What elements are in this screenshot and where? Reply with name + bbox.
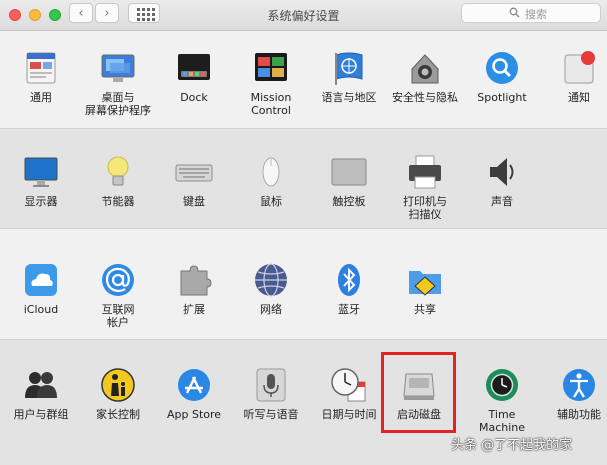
pref-security-privacy[interactable]: 安全性与隐私 — [387, 49, 463, 127]
pref-label: iCloud — [23, 303, 59, 316]
time-machine-icon — [486, 369, 518, 401]
mission-control-icon — [255, 53, 287, 81]
date-time-icon — [331, 368, 366, 402]
search-field[interactable]: 搜索 — [461, 3, 601, 23]
pref-displays[interactable]: 显示器 — [3, 153, 79, 231]
desktop-icon — [101, 54, 135, 82]
spotlight-icon — [486, 52, 518, 84]
displays-icon — [24, 157, 58, 187]
pref-label: 语言与地区 — [321, 91, 377, 104]
security-privacy-icon — [411, 54, 439, 84]
pref-label: 扩展 — [183, 303, 205, 316]
pref-label: Mission Control — [250, 91, 292, 117]
pref-label: App Store — [166, 408, 222, 421]
pref-sharing[interactable]: 共享 — [387, 261, 463, 339]
startup-disk-highlight — [381, 352, 456, 433]
dictation-speech-icon — [256, 368, 286, 402]
mouse-icon — [262, 157, 280, 187]
pref-label: 家长控制 — [96, 408, 140, 421]
dock-icon — [178, 54, 210, 80]
pref-keyboard[interactable]: 键盘 — [156, 153, 232, 231]
pref-trackpad[interactable]: 触控板 — [311, 153, 387, 231]
pref-label: 日期与时间 — [321, 408, 377, 421]
pref-accessibility[interactable]: 辅助功能 — [541, 366, 607, 444]
pref-notifications[interactable]: 通知 — [541, 49, 607, 127]
pref-language-region[interactable]: 语言与地区 — [311, 49, 387, 127]
pref-label: 听写与语音 — [243, 408, 299, 421]
energy-saver-icon — [107, 156, 129, 186]
pref-internet-accounts[interactable]: 互联网 帐户 — [80, 261, 156, 339]
pref-energy-saver[interactable]: 节能器 — [80, 153, 156, 231]
pref-label: 通用 — [30, 91, 52, 104]
pref-bluetooth[interactable]: 蓝牙 — [311, 261, 387, 339]
pref-icloud[interactable]: iCloud — [3, 261, 79, 339]
pref-label: 声音 — [491, 195, 513, 208]
pref-parental-controls[interactable]: 家长控制 — [80, 366, 156, 444]
pref-sound[interactable]: 声音 — [464, 153, 540, 231]
title-bar: ‹ › 系统偏好设置 搜索 — [0, 0, 607, 31]
pref-printers-scanners[interactable]: 打印机与 扫描仪 — [387, 153, 463, 231]
app-store-icon — [178, 369, 210, 401]
language-region-icon — [335, 52, 363, 85]
users-groups-icon — [25, 372, 57, 398]
pref-users-groups[interactable]: 用户与群组 — [3, 366, 79, 444]
section-internet: iCloud 互联网 帐户 扩展 网络 蓝牙 共享 — [0, 228, 607, 339]
pref-mission-control[interactable]: Mission Control — [233, 49, 309, 127]
watermark-text: 头条 @了不起我的家 — [451, 438, 573, 453]
pref-label: 桌面与 屏幕保护程序 — [85, 91, 151, 117]
pref-label: 辅助功能 — [557, 408, 601, 421]
pref-dock[interactable]: Dock — [156, 49, 232, 127]
pref-general[interactable]: 通用 — [3, 49, 79, 127]
pref-label: 用户与群组 — [13, 408, 69, 421]
section-personal: 通用 桌面与 屏幕保护程序 Dock Mission Control 语言与地区… — [0, 31, 607, 128]
pref-desktop-screensaver[interactable]: 桌面与 屏幕保护程序 — [80, 49, 156, 127]
pref-time-machine[interactable]: Time Machine — [464, 366, 540, 444]
pref-network[interactable]: 网络 — [233, 261, 309, 339]
icloud-icon — [25, 264, 57, 296]
pref-label: 触控板 — [332, 195, 366, 208]
bluetooth-icon — [338, 264, 360, 296]
pref-label: 蓝牙 — [338, 303, 360, 316]
pref-label: 显示器 — [24, 195, 58, 208]
pref-label: Spotlight — [477, 91, 527, 104]
sharing-icon — [409, 271, 441, 296]
pref-label: 鼠标 — [260, 195, 282, 208]
pref-app-store[interactable]: App Store — [156, 366, 232, 444]
search-placeholder: 搜索 — [525, 8, 547, 21]
notifications-icon — [564, 51, 595, 84]
pref-dictation-speech[interactable]: 听写与语音 — [233, 366, 309, 444]
network-icon — [255, 263, 287, 297]
general-icon — [26, 52, 56, 84]
pref-date-time[interactable]: 日期与时间 — [311, 366, 387, 444]
pref-label: 安全性与隐私 — [392, 91, 458, 104]
pref-label: 互联网 帐户 — [101, 303, 135, 329]
pref-label: 键盘 — [183, 195, 205, 208]
printer-icon — [409, 155, 441, 189]
accessibility-icon — [563, 369, 595, 401]
pref-spotlight[interactable]: Spotlight — [464, 49, 540, 127]
keyboard-icon — [175, 164, 213, 182]
parental-controls-icon — [101, 368, 135, 402]
extensions-icon — [180, 265, 212, 296]
pref-label: 打印机与 扫描仪 — [403, 195, 447, 221]
pref-label: 节能器 — [101, 195, 135, 208]
pref-label: 通知 — [568, 91, 590, 104]
pref-label: 共享 — [414, 303, 436, 316]
pref-label: Dock — [180, 91, 208, 104]
pref-mouse[interactable]: 鼠标 — [233, 153, 309, 231]
pref-extensions[interactable]: 扩展 — [156, 261, 232, 339]
section-hardware: 显示器 节能器 键盘 鼠标 触控板 打印机与 扫描仪 声音 — [0, 128, 607, 228]
sound-icon — [490, 158, 514, 186]
trackpad-icon — [331, 158, 367, 186]
pref-label: Time Machine — [478, 408, 526, 434]
internet-accounts-icon — [102, 264, 134, 296]
search-icon — [509, 7, 520, 18]
pref-label: 网络 — [260, 303, 282, 316]
